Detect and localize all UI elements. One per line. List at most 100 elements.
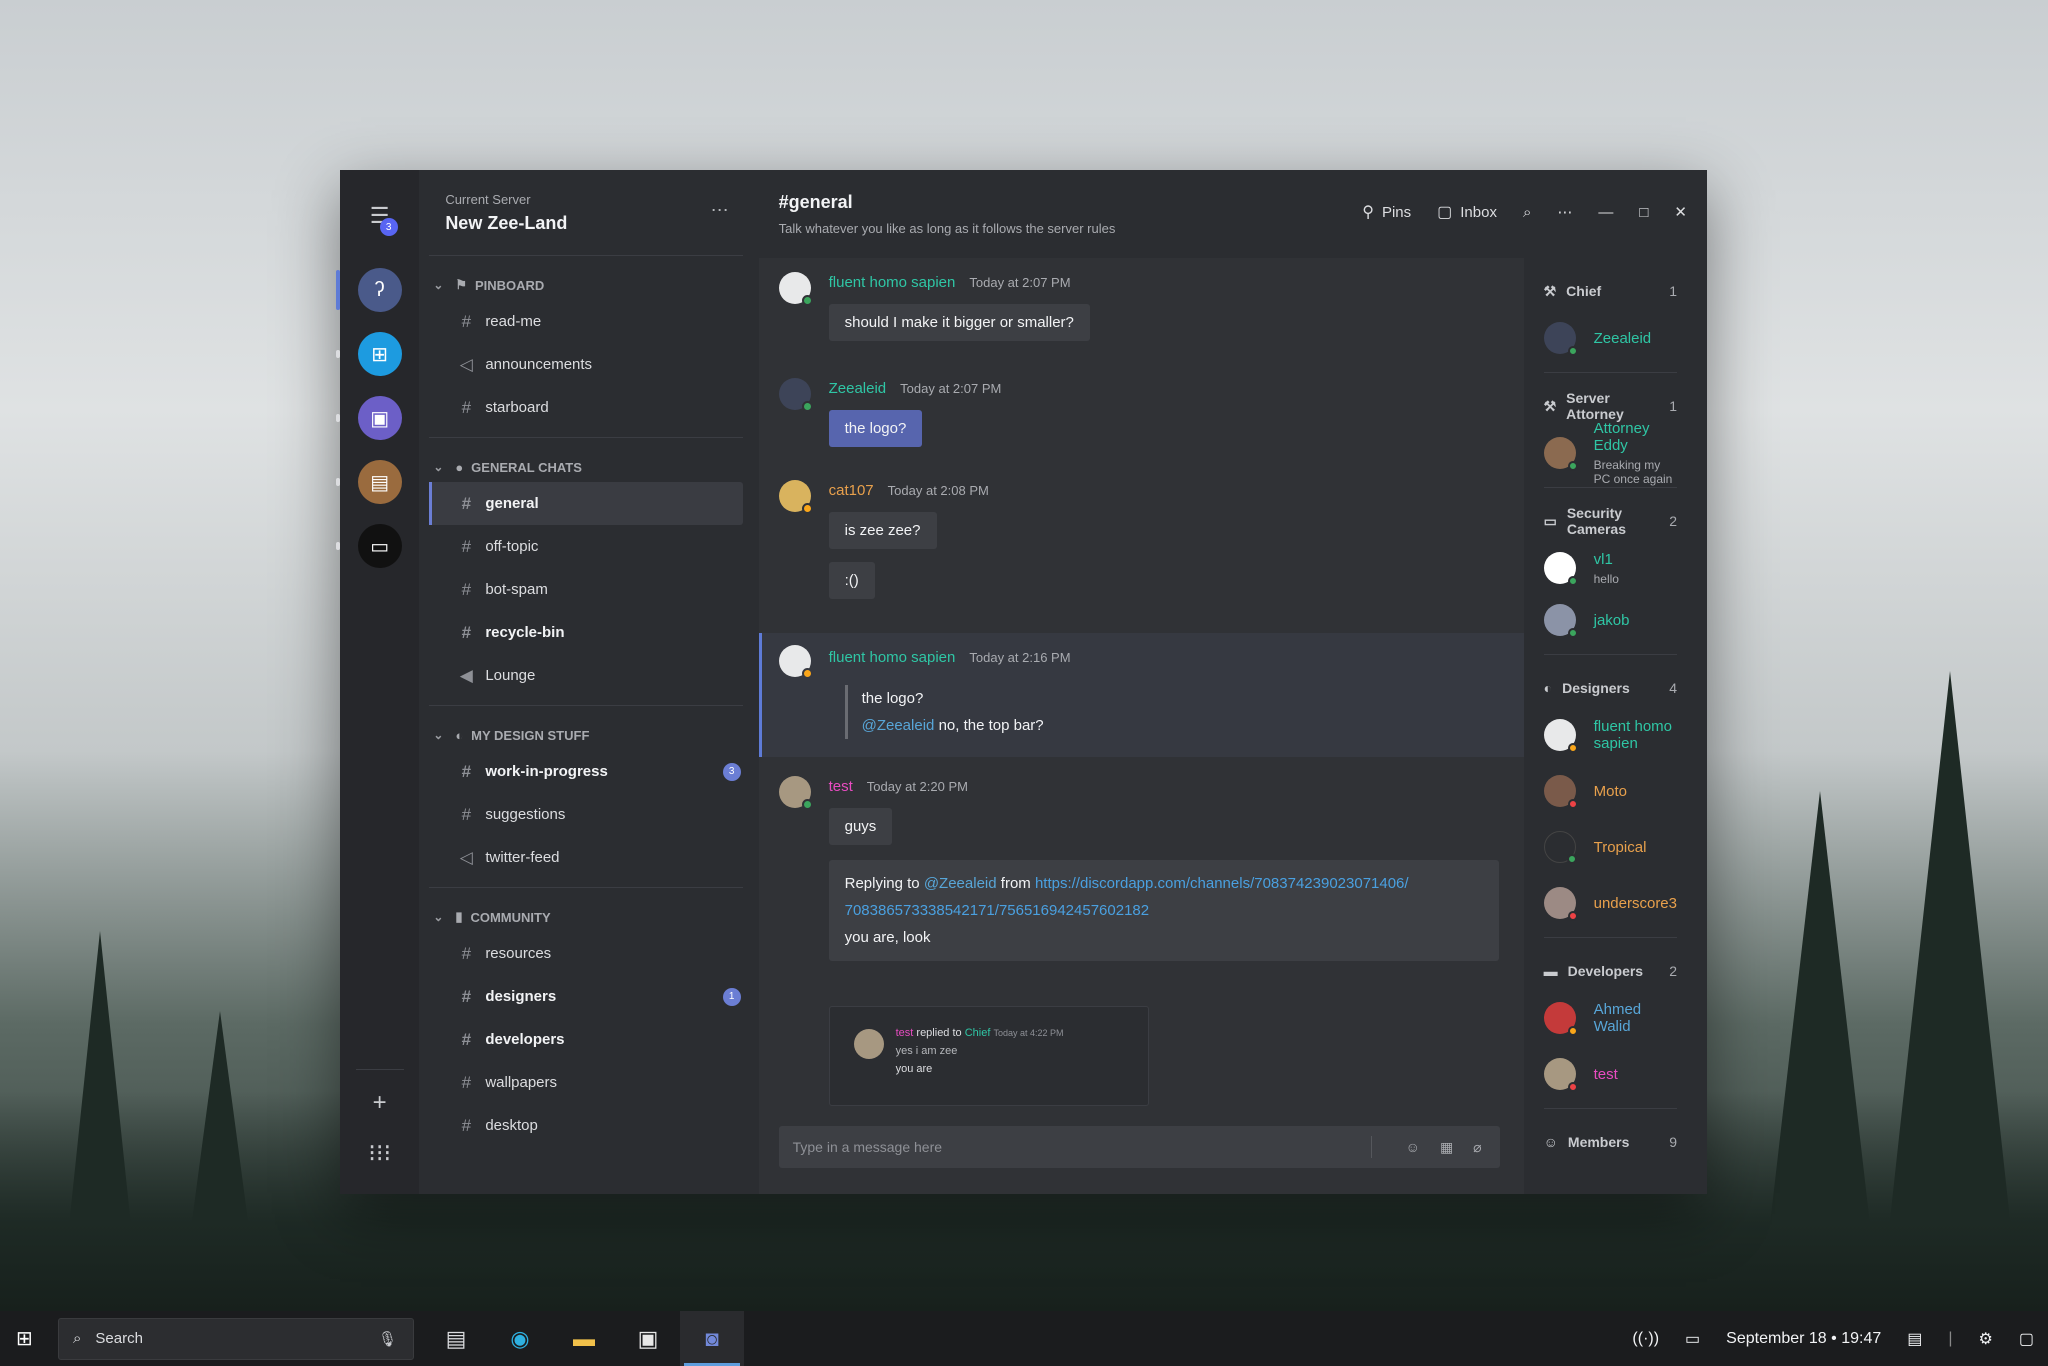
- message-author[interactable]: fluent homo sapien Today at 2:07 PM: [829, 274, 1071, 291]
- message-author[interactable]: Zeealeid Today at 2:07 PM: [829, 380, 1002, 397]
- server-icon-discord[interactable]: ▣: [335, 396, 402, 440]
- member-item[interactable]: Attorney Eddy Breaking my PC once again: [1543, 420, 1677, 486]
- member-item[interactable]: Tropical: [1543, 827, 1677, 867]
- avatar[interactable]: [778, 272, 813, 306]
- server-icon-new-zee-land[interactable]: ʔ: [335, 268, 402, 312]
- hamburger-menu-button[interactable]: ☰ 3: [358, 194, 402, 238]
- user-mention[interactable]: @Zeealeid: [862, 717, 935, 734]
- channel-developers[interactable]: # developers: [429, 1018, 742, 1061]
- channel-work-in-progress[interactable]: # work-in-progress 3: [429, 750, 742, 793]
- member-item[interactable]: underscore3: [1543, 883, 1677, 923]
- file-explorer-button[interactable]: ▬: [552, 1311, 616, 1366]
- attachment-icon[interactable]: ⌀: [1473, 1139, 1481, 1156]
- message-link[interactable]: 708386573338542171/756516942457602182: [845, 902, 1150, 919]
- message-composer[interactable]: Type in a message here ☺ ▦ ⌀: [778, 1126, 1500, 1168]
- discord-taskbar-button[interactable]: ◙: [680, 1311, 744, 1366]
- store-button[interactable]: ▣: [616, 1311, 680, 1366]
- more-options-icon[interactable]: ⋯: [711, 200, 729, 221]
- apps-grid-button[interactable]: ⁝⁝⁝: [368, 1139, 391, 1168]
- discord-window: ☰ 3 ʔ ⊞ ▣ ▤ ▭ + ⁝⁝⁝ Current Server New Z…: [335, 170, 1707, 1194]
- search-icon[interactable]: ⌕: [1523, 204, 1531, 221]
- reply-from: from: [1000, 875, 1031, 892]
- status-indicator: [1567, 461, 1578, 471]
- member-item[interactable]: vl1 hello: [1543, 548, 1677, 588]
- status-indicator: [1567, 799, 1578, 809]
- category-divider: [429, 705, 743, 706]
- settings-gear-icon[interactable]: ⚙: [1979, 1329, 1993, 1349]
- channel-twitter-feed[interactable]: ◁ twitter-feed: [429, 836, 742, 879]
- channel-off-topic[interactable]: # off-topic: [429, 525, 742, 568]
- message-link[interactable]: https://discordapp.com/channels/70837423…: [1035, 875, 1409, 892]
- taskbar-search[interactable]: ⌕ Search 🎙: [58, 1317, 414, 1360]
- close-icon[interactable]: ✕: [1674, 203, 1687, 221]
- add-server-button[interactable]: +: [373, 1089, 387, 1117]
- pins-button[interactable]: ⚲ Pins: [1362, 202, 1411, 222]
- member-item[interactable]: Zeealeid: [1543, 318, 1677, 358]
- member-name: Ahmed Walid: [1593, 1001, 1642, 1035]
- message-author[interactable]: cat107 Today at 2:08 PM: [829, 482, 989, 499]
- member-item[interactable]: Ahmed Walid: [1543, 998, 1677, 1038]
- channel-announcements[interactable]: ◁ announcements: [429, 343, 742, 386]
- minimize-icon[interactable]: —: [1598, 204, 1613, 221]
- avatar[interactable]: [778, 480, 813, 514]
- channel-starboard[interactable]: # starboard: [429, 386, 742, 429]
- maximize-icon[interactable]: □: [1639, 204, 1648, 221]
- server-icon-devices[interactable]: ▭: [335, 524, 402, 568]
- category-my-design-stuff[interactable]: ⌄ ◐ MY DESIGN STUFF: [429, 720, 742, 750]
- server-icon-windows[interactable]: ⊞: [335, 332, 402, 376]
- message-author[interactable]: fluent homo sapien Today at 2:16 PM: [829, 649, 1071, 666]
- channel-resources[interactable]: # resources: [429, 932, 742, 975]
- category-general-chats[interactable]: ⌄ ● GENERAL CHATS: [429, 452, 742, 482]
- avatar[interactable]: [778, 378, 813, 412]
- notifications-icon[interactable]: ▢: [2019, 1329, 2034, 1349]
- wifi-icon[interactable]: ((·)): [1632, 1330, 1659, 1348]
- avatar: [1543, 887, 1578, 921]
- gif-icon[interactable]: ▦: [1440, 1139, 1453, 1156]
- discord-icon: ◙: [705, 1325, 719, 1351]
- microphone-icon[interactable]: 🎙: [378, 1330, 397, 1348]
- member-item[interactable]: Moto: [1543, 771, 1677, 811]
- start-button[interactable]: ⊞: [16, 1326, 33, 1351]
- message-bubble: should I make it bigger or smaller?: [828, 304, 1090, 341]
- member-item[interactable]: test: [1543, 1054, 1677, 1094]
- member-item[interactable]: jakob: [1543, 600, 1677, 640]
- member-item[interactable]: fluent homo sapien: [1543, 715, 1677, 755]
- notes-icon[interactable]: ▤: [1907, 1329, 1922, 1349]
- author-name: fluent homo sapien: [828, 649, 956, 666]
- clock[interactable]: September 18 • 19:47: [1726, 1330, 1881, 1348]
- avatar[interactable]: [778, 776, 813, 810]
- task-view-button[interactable]: ▤: [424, 1311, 488, 1366]
- server-header[interactable]: Current Server New Zee-Land ⋯: [429, 170, 743, 256]
- channel-desktop[interactable]: # desktop: [429, 1104, 742, 1147]
- edge-button[interactable]: ◉: [488, 1311, 552, 1366]
- emoji-icon[interactable]: ☺: [1406, 1139, 1420, 1156]
- channel-designers[interactable]: # designers 1: [429, 975, 742, 1018]
- channel-general[interactable]: # general: [429, 482, 743, 525]
- composer-icons: ☺ ▦ ⌀: [1406, 1139, 1482, 1156]
- server-name: New Zee-Land: [445, 213, 568, 233]
- message-list: fluent homo sapien Today at 2:07 PM shoul…: [758, 258, 1524, 1194]
- channel-read-me[interactable]: # read-me: [429, 300, 742, 343]
- channel-lounge[interactable]: ◀ Lounge: [429, 654, 742, 697]
- role-header-members[interactable]: ☺ Members 9: [1544, 1127, 1677, 1157]
- channel-recycle-bin[interactable]: # recycle-bin: [429, 611, 742, 654]
- category-pinboard[interactable]: ⌄ ⚑ PINBOARD: [429, 270, 742, 300]
- avatar: [1543, 719, 1578, 753]
- channel-suggestions[interactable]: # suggestions: [429, 793, 742, 836]
- tray-divider: |: [1948, 1329, 1953, 1347]
- channel-label: general: [485, 495, 539, 512]
- avatar[interactable]: [778, 645, 813, 679]
- member-status-text: hello: [1593, 571, 1619, 586]
- server-icon-toast[interactable]: ▤: [335, 460, 402, 504]
- inbox-button[interactable]: ▢ Inbox: [1437, 202, 1497, 222]
- channel-bot-spam[interactable]: # bot-spam: [429, 568, 742, 611]
- status-indicator: [1566, 854, 1577, 864]
- message-author[interactable]: test Today at 2:20 PM: [829, 778, 968, 795]
- category-community[interactable]: ⌄ ▮ COMMUNITY: [429, 902, 742, 932]
- battery-icon[interactable]: ▭: [1685, 1329, 1700, 1349]
- user-mention[interactable]: @Zeealeid: [924, 875, 997, 892]
- hash-icon: #: [461, 579, 472, 599]
- embedded-reply-card[interactable]: test replied to Chief Today at 4:22 PM y…: [828, 1006, 1149, 1106]
- channel-wallpapers[interactable]: # wallpapers: [429, 1061, 742, 1104]
- more-options-icon[interactable]: ⋯: [1557, 203, 1572, 221]
